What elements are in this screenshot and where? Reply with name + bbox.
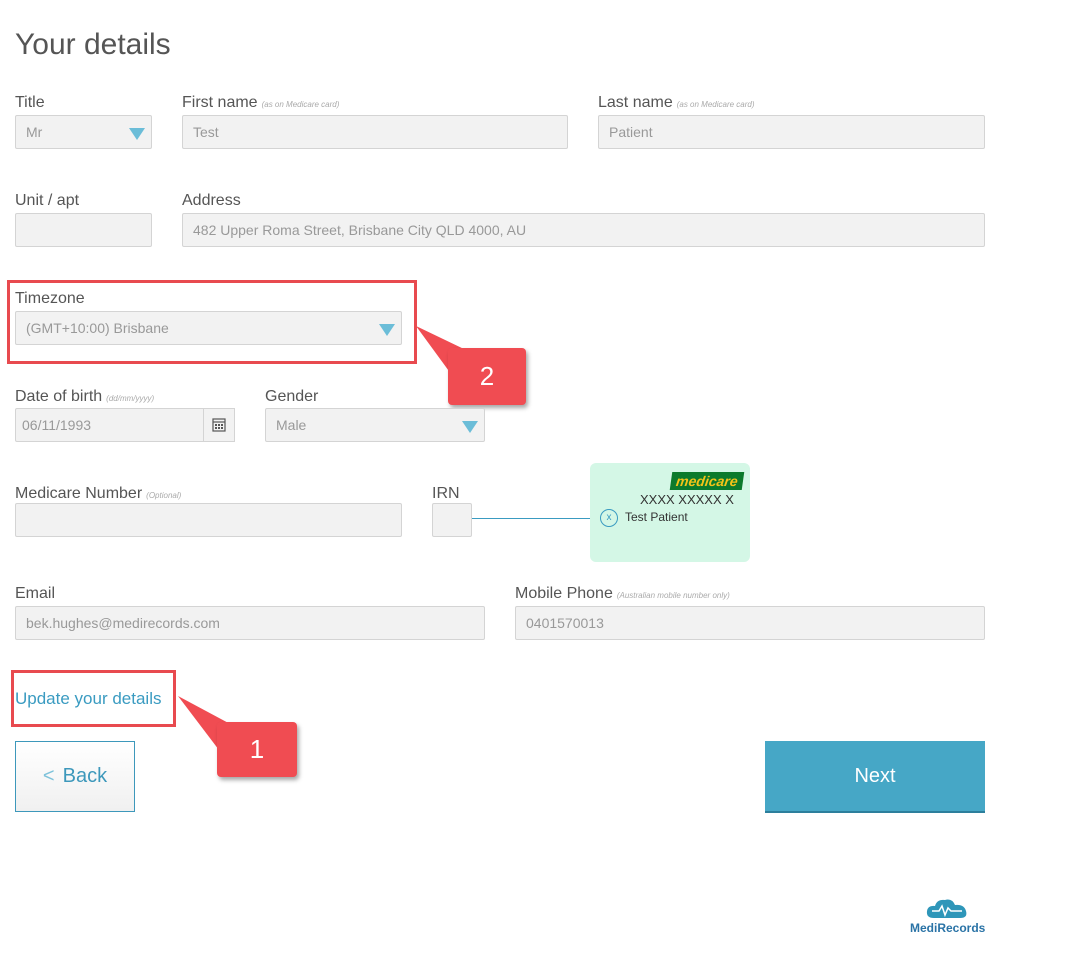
last-name-label: Last name (as on Medicare card) <box>598 94 755 112</box>
title-select[interactable]: Mr <box>15 115 152 149</box>
medicare-number-hint: (Optional) <box>146 491 182 500</box>
timezone-label: Timezone <box>15 290 85 307</box>
chevron-down-icon <box>379 324 395 336</box>
email-label: Email <box>15 585 56 602</box>
chevron-left-icon: < <box>42 765 55 787</box>
irn-label: IRN <box>432 485 460 502</box>
next-button[interactable]: Next <box>765 741 985 813</box>
unit-label: Unit / apt <box>15 192 80 209</box>
medicare-number-label-text: Medicare Number <box>15 485 143 502</box>
back-button[interactable]: < Back <box>15 741 135 812</box>
dob-field[interactable]: 06/11/1993 <box>15 408 205 442</box>
last-name-label-text: Last name <box>598 94 673 111</box>
medirecords-logo-text: MediRecords <box>910 921 986 935</box>
gender-label: Gender <box>265 388 319 405</box>
address-label: Address <box>182 192 241 209</box>
mobile-field[interactable]: 0401570013 <box>515 606 985 640</box>
timezone-select-value: (GMT+10:00) Brisbane <box>26 320 169 336</box>
medicare-card-name: Test Patient <box>625 510 688 524</box>
mobile-hint: (Australian mobile number only) <box>616 591 730 600</box>
address-field[interactable]: 482 Upper Roma Street, Brisbane City QLD… <box>182 213 985 247</box>
last-name-field[interactable]: Patient <box>598 115 985 149</box>
irn-marker-icon: x <box>600 509 618 527</box>
last-name-hint: (as on Medicare card) <box>676 100 755 109</box>
irn-connector-line <box>472 518 602 519</box>
chevron-down-icon <box>462 421 478 433</box>
first-name-field[interactable]: Test <box>182 115 568 149</box>
mobile-label: Mobile Phone (Australian mobile number on… <box>515 585 730 603</box>
page-title: Your details <box>15 28 171 61</box>
cloud-icon <box>926 899 967 918</box>
email-field[interactable]: bek.hughes@medirecords.com <box>15 606 485 640</box>
chevron-down-icon <box>129 128 145 140</box>
medicare-card: medicare XXXX XXXXX X x Test Patient <box>590 463 750 562</box>
irn-field[interactable] <box>432 503 472 537</box>
dob-hint: (dd/mm/yyyy) <box>106 394 155 403</box>
timezone-select[interactable]: (GMT+10:00) Brisbane <box>15 311 402 345</box>
medicare-logo: medicare <box>669 472 745 490</box>
medirecords-logo: MediRecords <box>906 896 990 940</box>
first-name-hint: (as on Medicare card) <box>261 100 340 109</box>
update-details-link[interactable]: Update your details <box>15 689 161 709</box>
mobile-label-text: Mobile Phone <box>515 585 613 602</box>
first-name-label: First name (as on Medicare card) <box>182 94 339 112</box>
back-button-label: Back <box>62 765 108 787</box>
calendar-button[interactable] <box>203 408 235 442</box>
gender-select[interactable]: Male <box>265 408 485 442</box>
dob-label-text: Date of birth <box>15 388 103 405</box>
medicare-number-field[interactable] <box>15 503 402 537</box>
unit-field[interactable] <box>15 213 152 247</box>
gender-select-value: Male <box>276 417 307 433</box>
medicare-number-label: Medicare Number (Optional) <box>15 485 181 503</box>
title-label: Title <box>15 94 45 111</box>
dob-label: Date of birth (dd/mm/yyyy) <box>15 388 154 406</box>
title-select-value: Mr <box>26 124 43 140</box>
callout-1-badge: 1 <box>217 722 297 777</box>
first-name-label-text: First name <box>182 94 258 111</box>
calendar-icon <box>212 418 226 432</box>
medicare-card-number: XXXX XXXXX X <box>640 492 734 507</box>
callout-2-badge: 2 <box>448 348 526 405</box>
